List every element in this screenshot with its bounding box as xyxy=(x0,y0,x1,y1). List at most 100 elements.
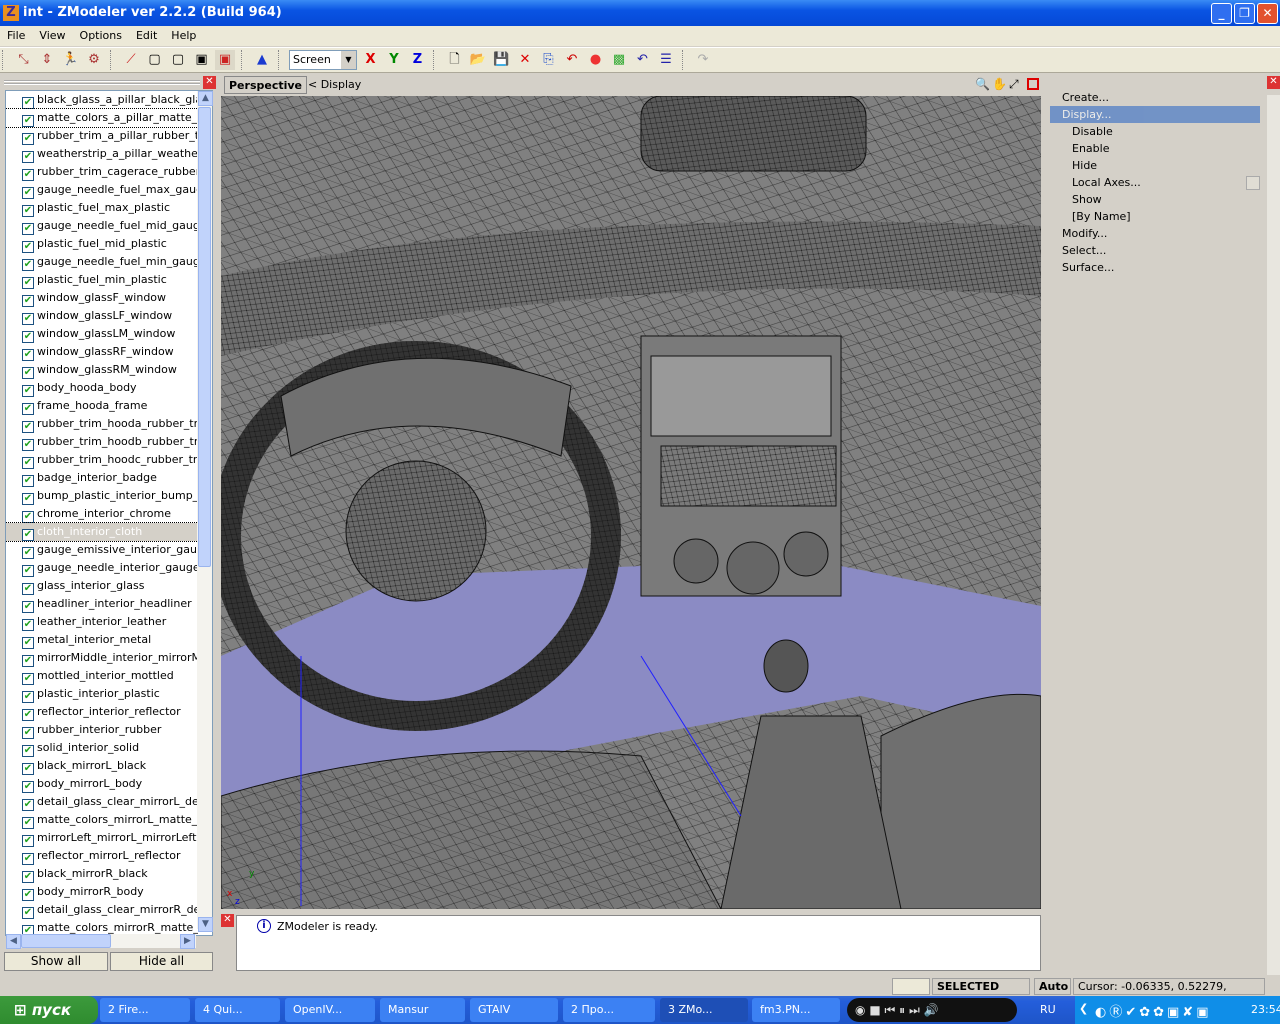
object-list-item[interactable]: ✔ window_glassF_window xyxy=(6,289,198,307)
visibility-checkbox[interactable]: ✔ xyxy=(22,241,34,253)
cone-icon[interactable]: ▲ xyxy=(252,50,272,70)
object-list-item[interactable]: ✔ mirrorLeft_mirrorL_mirrorLeft xyxy=(6,829,198,847)
visibility-checkbox[interactable]: ✔ xyxy=(22,655,34,667)
visibility-checkbox[interactable]: ✔ xyxy=(22,619,34,631)
volume-icon[interactable]: 🔊 xyxy=(924,1003,939,1017)
visibility-checkbox[interactable]: ✔ xyxy=(22,601,34,613)
object-list-item[interactable]: ✔matte_colors_mirrorL_matte_colo xyxy=(6,811,198,829)
export-icon[interactable]: ↶ xyxy=(562,50,582,70)
object-list-item[interactable]: ✔ reflector_interior_reflector xyxy=(6,703,198,721)
visibility-checkbox[interactable]: ✔ xyxy=(22,277,34,289)
visibility-checkbox[interactable]: ✔ xyxy=(22,835,34,847)
object-list-item[interactable]: ✔ window_glassLF_window xyxy=(6,307,198,325)
command-item[interactable]: Modify... xyxy=(1050,225,1260,242)
coordinate-mode-select[interactable]: Screen ▼ xyxy=(289,50,357,70)
object-list[interactable]: ✔ black_glass_a_pillar_black_glass ✔ matte_… xyxy=(5,90,213,936)
object-list-item[interactable]: ✔ rubber_trim_cagerace_rubber_tr xyxy=(6,163,198,181)
visibility-checkbox[interactable]: ✔ xyxy=(22,115,34,127)
new-file-icon[interactable]: 🗋 xyxy=(445,50,465,70)
visibility-checkbox[interactable]: ✔ xyxy=(22,565,34,577)
visibility-checkbox[interactable]: ✔ xyxy=(22,763,34,775)
object-list-item[interactable]: ✔ badge_interior_badge xyxy=(6,469,198,487)
menu-file[interactable]: File xyxy=(0,26,32,42)
object-mode-icon[interactable]: ▣ xyxy=(192,50,212,70)
visibility-checkbox[interactable]: ✔ xyxy=(22,493,34,505)
visibility-checkbox[interactable]: ✔ xyxy=(22,187,34,199)
taskbar-button[interactable]: Mansur xyxy=(380,998,465,1022)
close-panel-icon[interactable]: ✕ xyxy=(203,76,216,89)
object-list-item[interactable]: ✔weatherstrip_a_pillar_weatherstr xyxy=(6,145,198,163)
scroll-up-icon[interactable]: ▲ xyxy=(198,91,213,106)
redo-icon[interactable]: ↷ xyxy=(693,50,713,70)
visibility-checkbox[interactable]: ✔ xyxy=(22,889,34,901)
visibility-checkbox[interactable]: ✔ xyxy=(22,97,34,109)
object-list-item[interactable]: ✔ leather_interior_leather xyxy=(6,613,198,631)
pan-hand-icon[interactable]: ✋ xyxy=(992,77,1007,91)
object-list-item[interactable]: ✔ body_hooda_body xyxy=(6,379,198,397)
scroll-down-icon[interactable]: ▼ xyxy=(198,917,213,932)
close-log-icon[interactable]: ✕ xyxy=(221,914,234,927)
object-list-item[interactable]: ✔ solid_interior_solid xyxy=(6,739,198,757)
auto-indicator[interactable]: Auto xyxy=(1034,978,1071,995)
axis-y-toggle[interactable]: Y xyxy=(384,50,404,70)
save-icon[interactable]: 💾 xyxy=(492,50,512,70)
object-list-item[interactable]: ✔ plastic_fuel_mid_plastic xyxy=(6,235,198,253)
stop-icon[interactable]: ■ xyxy=(869,1003,880,1017)
media-player-icon[interactable]: ◉ xyxy=(855,1003,865,1017)
object-list-item[interactable]: ✔matte_colors_a_pillar_matte_colo xyxy=(6,108,199,128)
viewport-breadcrumb[interactable]: < Display xyxy=(308,78,361,91)
texture-icon[interactable]: ▩ xyxy=(609,50,629,70)
object-list-item[interactable]: ✔ black_glass_a_pillar_black_glass xyxy=(6,91,198,109)
vertical-scroll-thumb[interactable] xyxy=(198,107,211,567)
visibility-checkbox[interactable]: ✔ xyxy=(22,745,34,757)
close-button[interactable]: ✕ xyxy=(1257,3,1278,24)
object-list-item[interactable]: ✔gauge_needle_fuel_mid_gauge_r xyxy=(6,217,198,235)
object-list-item[interactable]: ✔detail_glass_clear_mirrorL_detail xyxy=(6,793,198,811)
next-icon[interactable]: ⏭ xyxy=(909,1003,920,1017)
visibility-checkbox[interactable]: ✔ xyxy=(22,709,34,721)
object-list-item[interactable]: ✔bump_plastic_interior_bump_plas xyxy=(6,487,198,505)
open-folder-icon[interactable]: 📂 xyxy=(468,50,488,70)
panel-grip[interactable] xyxy=(4,80,200,85)
select-tool-icon[interactable]: ⤡ xyxy=(14,50,34,70)
command-item[interactable]: Hide xyxy=(1050,157,1260,174)
object-list-item[interactable]: ✔ headliner_interior_headliner xyxy=(6,595,198,613)
visibility-checkbox[interactable]: ✔ xyxy=(22,403,34,415)
object-list-item[interactable]: ✔ mottled_interior_mottled xyxy=(6,667,198,685)
visibility-checkbox[interactable]: ✔ xyxy=(22,637,34,649)
visibility-checkbox[interactable]: ✔ xyxy=(22,367,34,379)
taskbar-button[interactable]: 3 ZMo... xyxy=(660,998,748,1022)
figure-tool-icon[interactable]: 🏃 xyxy=(61,50,81,70)
visibility-checkbox[interactable]: ✔ xyxy=(22,691,34,703)
visibility-checkbox[interactable]: ✔ xyxy=(22,799,34,811)
visibility-checkbox[interactable]: ✔ xyxy=(22,529,34,541)
visibility-checkbox[interactable]: ✔ xyxy=(22,151,34,163)
taskbar-button[interactable]: 2 Про... xyxy=(563,998,655,1022)
visibility-checkbox[interactable]: ✔ xyxy=(22,457,34,469)
box-mode-icon[interactable]: ▣ xyxy=(215,50,235,70)
command-item[interactable]: [By Name] xyxy=(1050,208,1260,225)
object-list-item[interactable]: ✔ body_mirrorL_body xyxy=(6,775,198,793)
edge-mode-icon[interactable]: ▢ xyxy=(145,50,165,70)
undo-icon[interactable]: ↶ xyxy=(633,50,653,70)
close-viewport-icon[interactable] xyxy=(1027,78,1039,90)
delete-icon[interactable]: ✕ xyxy=(515,50,535,70)
horizontal-scroll-thumb[interactable] xyxy=(21,934,111,948)
visibility-checkbox[interactable]: ✔ xyxy=(22,853,34,865)
visibility-checkbox[interactable]: ✔ xyxy=(22,295,34,307)
visibility-checkbox[interactable]: ✔ xyxy=(22,673,34,685)
visibility-checkbox[interactable]: ✔ xyxy=(22,313,34,325)
object-list-item[interactable]: ✔ chrome_interior_chrome xyxy=(6,505,198,523)
visibility-checkbox[interactable]: ✔ xyxy=(22,547,34,559)
command-panel-scrollbar[interactable] xyxy=(1267,95,1280,975)
menu-edit[interactable]: Edit xyxy=(129,26,164,42)
scroll-left-icon[interactable]: ◀ xyxy=(6,934,21,949)
menu-options[interactable]: Options xyxy=(73,26,129,42)
group-tool-icon[interactable]: ⚙ xyxy=(84,50,104,70)
taskbar-button[interactable]: 2 Fire... xyxy=(100,998,190,1022)
local-axes-checkbox[interactable] xyxy=(1246,176,1260,190)
command-item[interactable]: Display... xyxy=(1050,106,1260,123)
object-list-item[interactable]: ✔ window_glassRM_window xyxy=(6,361,198,379)
visibility-checkbox[interactable]: ✔ xyxy=(22,439,34,451)
command-item[interactable]: Select... xyxy=(1050,242,1260,259)
